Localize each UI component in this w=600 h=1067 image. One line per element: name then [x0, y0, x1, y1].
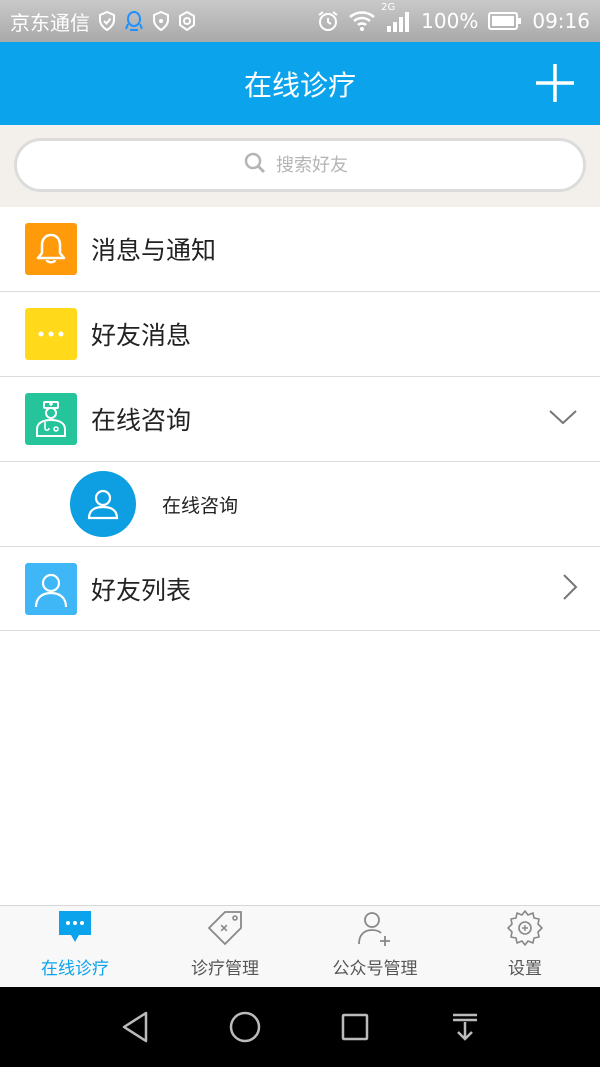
search-icon: [244, 152, 266, 178]
target-icon: [178, 11, 196, 31]
tab-label: 公众号管理: [332, 959, 418, 979]
network-type: 2G: [381, 2, 396, 13]
tab-online-diagnosis[interactable]: 在线诊疗: [0, 906, 150, 987]
bell-icon: [25, 223, 77, 275]
wifi-shield-icon: [152, 11, 170, 31]
gear-icon: [505, 906, 545, 950]
pull-down-icon: [453, 1013, 477, 1041]
page-title: 在线诊疗: [243, 68, 356, 102]
recents-button[interactable]: [325, 997, 385, 1057]
notification-shade-button[interactable]: [435, 997, 495, 1057]
plus-icon: [536, 64, 574, 102]
tab-diagnosis-management[interactable]: 诊疗管理: [150, 906, 300, 987]
home-button[interactable]: [215, 997, 275, 1057]
chat-dots-icon: [25, 308, 77, 360]
carrier-name: 京东通信: [10, 10, 90, 35]
doctor-icon: [25, 393, 77, 445]
clock: 09:16: [532, 9, 590, 33]
list-item-notifications[interactable]: 消息与通知: [0, 207, 600, 292]
tab-settings[interactable]: 设置: [450, 906, 600, 987]
battery-icon: [488, 11, 522, 31]
list-item-label: 好友列表: [91, 575, 192, 605]
shield-check-icon: [98, 11, 116, 31]
sub-item-online-consultation[interactable]: 在线咨询: [0, 462, 600, 547]
home-circle-icon: [229, 1011, 261, 1043]
search-input[interactable]: [276, 154, 356, 176]
chevron-down-icon: [548, 409, 578, 429]
qq-icon: [124, 10, 144, 32]
battery-percent: 100%: [421, 9, 479, 33]
tag-icon: [205, 906, 245, 950]
tab-official-account-management[interactable]: 公众号管理: [300, 906, 450, 987]
search-bar[interactable]: [14, 138, 586, 192]
status-bar: 京东通信 2G 100% 09:16: [0, 0, 600, 42]
bottom-tab-bar: 在线诊疗 诊疗管理 公众号管理 设置: [0, 905, 600, 987]
add-button[interactable]: [534, 62, 576, 104]
list-item-friend-list[interactable]: 好友列表: [0, 547, 600, 631]
app-header: 在线诊疗: [0, 42, 600, 125]
system-navigation-bar: [0, 987, 600, 1067]
back-button[interactable]: [105, 997, 165, 1057]
contact-list: 消息与通知 好友消息 在线咨询 在线咨询 好友列表: [0, 207, 600, 631]
chevron-right-icon: [562, 573, 578, 605]
recents-square-icon: [341, 1013, 369, 1041]
list-item-online-consultation[interactable]: 在线咨询: [0, 377, 600, 462]
add-user-icon: [355, 906, 395, 950]
list-item-label: 消息与通知: [91, 236, 217, 265]
sub-item-label: 在线咨询: [162, 494, 239, 517]
user-avatar-icon: [70, 471, 136, 537]
tab-label: 诊疗管理: [191, 959, 259, 979]
list-item-friend-messages[interactable]: 好友消息: [0, 292, 600, 377]
list-item-label: 好友消息: [91, 321, 192, 350]
tab-label: 在线诊疗: [41, 959, 109, 979]
wifi-icon: [349, 11, 375, 31]
alarm-icon: [317, 10, 339, 32]
tab-label: 设置: [508, 959, 542, 979]
back-triangle-icon: [122, 1011, 148, 1043]
user-icon: [25, 562, 77, 615]
list-item-label: 在线咨询: [91, 406, 192, 435]
search-area: [0, 125, 600, 207]
chat-bubble-icon: [56, 906, 94, 950]
signal-icon: 2G: [381, 2, 411, 32]
